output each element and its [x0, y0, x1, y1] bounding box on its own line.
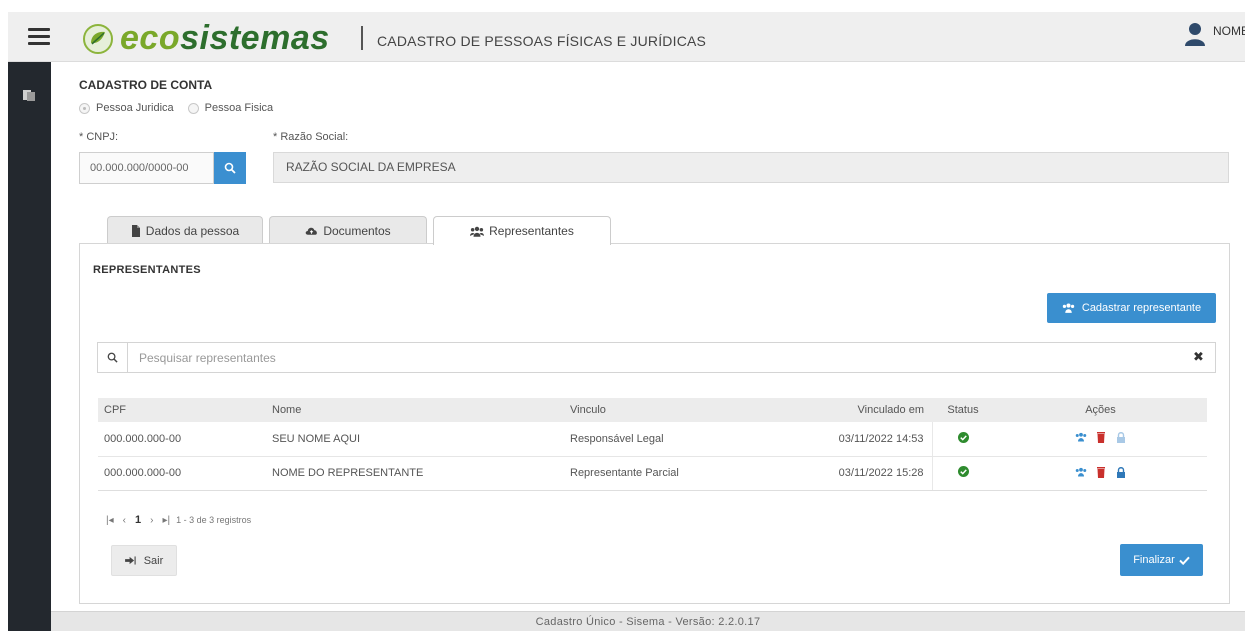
search-bar: ✖: [97, 342, 1216, 373]
search-icon-container: [98, 343, 128, 372]
cell-acoes: [994, 422, 1207, 457]
cell-vinculado-em: 03/11/2022 14:53: [784, 422, 933, 457]
cell-acoes: [994, 456, 1207, 491]
cell-cpf: 000.000.000-00: [98, 422, 266, 457]
cnpj-label: * CNPJ:: [79, 131, 119, 143]
person-type-radio-group: Pessoa Juridica Pessoa Fisica: [79, 102, 281, 114]
status-active-icon: [957, 431, 969, 443]
pagination: |◂ ‹ 1 › ▸| 1 - 3 de 3 registros: [106, 514, 251, 526]
section-title: CADASTRO DE CONTA: [79, 78, 213, 92]
razao-social-label: * Razão Social:: [273, 131, 349, 143]
cloud-upload-icon: [306, 227, 318, 235]
search-input[interactable]: [129, 343, 1179, 372]
radio-pessoa-juridica[interactable]: [79, 102, 90, 114]
table-header-row: CPF Nome Vinculo Vinculado em Status Açõ…: [98, 398, 1207, 422]
next-page-icon[interactable]: ›: [150, 515, 153, 526]
radio-pessoa-fisica-label[interactable]: Pessoa Fisica: [205, 102, 273, 114]
column-header-vinculado-em[interactable]: Vinculado em: [784, 398, 932, 422]
app-frame: ecosistemas CADASTRO DE PESSOAS FÍSICAS …: [0, 0, 1245, 631]
column-header-cpf[interactable]: CPF: [98, 398, 266, 422]
page-subtitle: CADASTRO DE PESSOAS FÍSICAS E JURÍDICAS: [377, 33, 707, 49]
cnpj-search-button[interactable]: [214, 152, 246, 184]
user-icon[interactable]: [1184, 22, 1206, 46]
column-header-vinculo[interactable]: Vinculo: [564, 398, 784, 422]
representatives-table: CPF Nome Vinculo Vinculado em Status Açõ…: [98, 398, 1207, 491]
status-active-icon: [957, 466, 969, 477]
tab-representantes-label: Representantes: [489, 224, 574, 238]
cell-vinculo: Representante Parcial: [564, 456, 784, 491]
representantes-title: REPRESENTANTES: [93, 264, 201, 276]
column-header-status[interactable]: Status: [932, 398, 994, 422]
cell-nome: NOME DO REPRESENTANTE: [266, 456, 564, 491]
search-icon: [224, 162, 236, 174]
cell-vinculado-em: 03/11/2022 15:28: [784, 456, 933, 491]
brand-divider: [361, 26, 363, 50]
last-page-icon[interactable]: ▸|: [162, 515, 170, 526]
trash-icon[interactable]: [1095, 466, 1107, 478]
clear-search-icon[interactable]: ✖: [1193, 350, 1205, 364]
finish-button[interactable]: Finalizar: [1120, 544, 1203, 576]
cell-status: [932, 456, 994, 491]
tab-documentos-label: Documentos: [323, 223, 391, 238]
brand-logo-text: ecosistemas: [120, 19, 330, 57]
add-representative-label: Cadastrar representante: [1081, 302, 1202, 314]
left-sidebar: [8, 62, 51, 631]
cell-nome: SEU NOME AQUI: [266, 422, 564, 457]
column-header-acoes: Ações: [994, 398, 1207, 422]
users-icon: [470, 226, 485, 237]
tab-documentos[interactable]: Documentos: [269, 216, 427, 244]
cell-vinculo: Responsável Legal: [564, 422, 784, 457]
ecosistemas-logo-icon: [83, 24, 113, 54]
lock-icon[interactable]: [1115, 431, 1127, 444]
radio-pessoa-juridica-label[interactable]: Pessoa Juridica: [96, 102, 174, 114]
current-page[interactable]: 1: [135, 514, 141, 526]
users-icon: [1062, 303, 1075, 313]
first-page-icon[interactable]: |◂: [106, 515, 114, 526]
trash-icon[interactable]: [1095, 431, 1107, 444]
menu-toggle-icon[interactable]: [28, 28, 50, 46]
radio-pessoa-fisica[interactable]: [187, 102, 199, 114]
table-row[interactable]: 000.000.000-00 SEU NOME AQUI Responsável…: [98, 422, 1207, 457]
column-header-nome[interactable]: Nome: [266, 398, 564, 422]
tab-dados-da-pessoa[interactable]: Dados da pessoa: [107, 216, 263, 244]
add-representative-button[interactable]: Cadastrar representante: [1047, 293, 1216, 323]
exit-button-label: Sair: [143, 554, 164, 567]
footer-version: Cadastro Único - Sisema - Versão: 2.2.0.…: [51, 611, 1245, 631]
tab-representantes[interactable]: Representantes: [433, 216, 611, 245]
top-header: ecosistemas CADASTRO DE PESSOAS FÍSICAS …: [8, 12, 1245, 62]
user-name[interactable]: NOME: [1213, 24, 1245, 38]
lock-icon[interactable]: [1115, 466, 1127, 478]
table-row[interactable]: 000.000.000-00 NOME DO REPRESENTANTE Rep…: [98, 456, 1207, 491]
sign-out-icon: [124, 556, 136, 565]
exit-button[interactable]: Sair: [111, 545, 177, 576]
finish-button-label: Finalizar: [1133, 554, 1175, 566]
pagination-info: 1 - 3 de 3 registros: [176, 515, 252, 525]
file-icon: [131, 224, 140, 237]
search-icon: [107, 352, 118, 363]
users-icon[interactable]: [1075, 431, 1087, 443]
cnpj-field[interactable]: 00.000.000/0000-00: [79, 152, 214, 184]
prev-page-icon[interactable]: ‹: [123, 515, 126, 526]
razao-social-field[interactable]: RAZÃO SOCIAL DA EMPRESA: [273, 152, 1229, 183]
users-icon[interactable]: [1075, 466, 1087, 478]
cell-status: [932, 422, 994, 457]
cell-cpf: 000.000.000-00: [98, 456, 266, 491]
documents-icon[interactable]: [22, 88, 36, 102]
tab-dados-da-pessoa-label: Dados da pessoa: [145, 223, 240, 238]
check-icon: [1179, 556, 1190, 565]
